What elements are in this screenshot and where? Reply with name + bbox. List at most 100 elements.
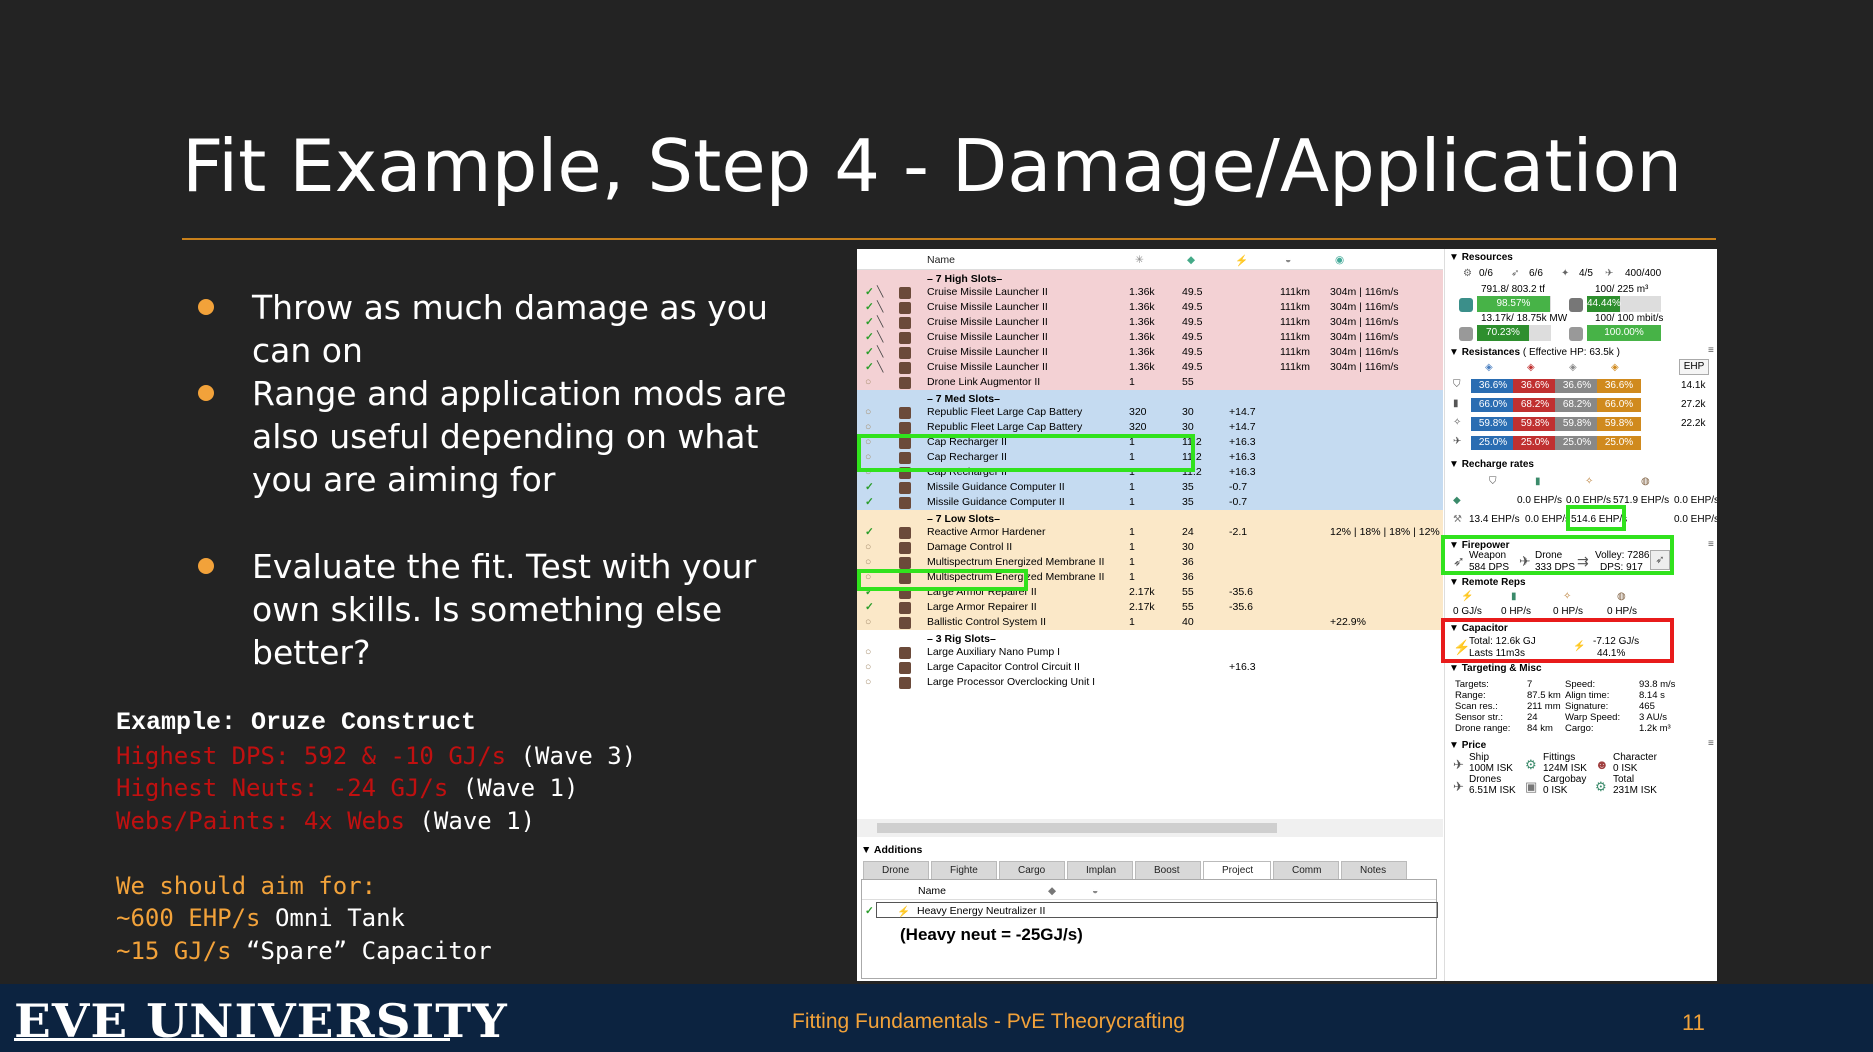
fitting-list-header: Name ✳ ◆ ⚡ ◒ ◉	[857, 249, 1443, 270]
module-online-icon[interactable]: ○	[865, 556, 871, 568]
falloff-column-icon[interactable]: ◉	[1335, 254, 1344, 266]
shield-icon: ⛉	[1489, 476, 1497, 487]
menu-icon[interactable]: ≡	[1708, 539, 1714, 550]
tab-project[interactable]: Project	[1203, 861, 1271, 879]
price-cargobay-label: Cargobay	[1543, 774, 1587, 785]
module-row[interactable]: ✓ ╲ Cruise Missile Launcher II 1.36k 49.5 111…	[857, 285, 1443, 300]
misc-label: Signature:	[1565, 701, 1609, 712]
tab-drone[interactable]: Drone	[863, 861, 929, 879]
bullet-text: Range and application mods are also usef…	[252, 374, 787, 499]
module-online-icon[interactable]: ○	[865, 661, 871, 673]
horizontal-scrollbar[interactable]	[857, 819, 1443, 837]
column-header-name[interactable]: Name	[927, 254, 955, 266]
module-active-icon[interactable]: ✓	[865, 361, 874, 373]
module-active-icon[interactable]: ✓	[865, 481, 874, 493]
targeting-value: 87.5 km	[1527, 690, 1561, 701]
module-name: Cruise Missile Launcher II	[927, 361, 1048, 373]
module-row[interactable]: ○ Drone Link Augmentor II 1 55	[857, 375, 1443, 390]
module-active-icon[interactable]: ✓	[865, 526, 874, 538]
powergrid-column-icon[interactable]: ◆	[1187, 254, 1195, 266]
menu-icon[interactable]: ≡	[1708, 345, 1714, 356]
capacitor-column-icon[interactable]: ⚡	[1235, 254, 1248, 267]
example-heading: Example: Oruze Construct	[116, 708, 477, 737]
price-character: 0 ISK	[1613, 763, 1638, 774]
module-icon	[899, 377, 911, 389]
module-stat: 2.17k	[1129, 601, 1155, 613]
resistances-header[interactable]: ▼ Resistances ( Effective HP: 63.5k )	[1449, 347, 1620, 358]
module-row[interactable]: ✓ ╲ Cruise Missile Launcher II 1.36k 49.5 111…	[857, 300, 1443, 315]
slot-section-label: – 7 Med Slots–	[927, 393, 1000, 405]
resources-header[interactable]: ▼ Resources	[1449, 252, 1513, 263]
active-check-icon[interactable]: ✓	[865, 905, 874, 917]
aim-ehp: ~600 EHP/s	[116, 904, 261, 932]
module-row[interactable]: ✓ ╲ Cruise Missile Launcher II 1.36k 49.5 111…	[857, 345, 1443, 360]
module-online-icon[interactable]: ○	[865, 616, 871, 628]
module-row[interactable]: ○ Damage Control II 1 30	[857, 540, 1443, 555]
projected-module-row[interactable]: ✓ ⚡ Heavy Energy Neutralizer II	[865, 902, 1438, 918]
module-row[interactable]: ○ Large Capacitor Control Circuit II +16.3	[857, 660, 1443, 675]
module-name: Cruise Missile Launcher II	[927, 316, 1048, 328]
price-drones-label: Drones	[1469, 774, 1502, 785]
resist-th-value: 25.0%	[1513, 436, 1557, 450]
module-active-icon[interactable]: ✓	[865, 316, 874, 328]
targeting-header[interactable]: ▼ Targeting & Misc	[1449, 663, 1542, 674]
module-row[interactable]: ✓ Reactive Armor Hardener 1 24 -2.1 12% | 18%…	[857, 525, 1443, 540]
module-online-icon[interactable]: ○	[865, 676, 871, 688]
price-header[interactable]: ▼ Price	[1449, 740, 1486, 751]
tab-implant[interactable]: Implan	[1067, 861, 1133, 879]
module-online-icon[interactable]: ○	[865, 376, 871, 388]
module-active-icon[interactable]: ✓	[865, 286, 874, 298]
module-active-icon[interactable]: ✓	[865, 496, 874, 508]
module-row[interactable]: ✓ ╲ Cruise Missile Launcher II 1.36k 49.5 111…	[857, 360, 1443, 375]
module-name: Multispectrum Energized Membrane II	[927, 556, 1105, 568]
tab-comm[interactable]: Comm	[1273, 861, 1339, 879]
column-header-name[interactable]: Name	[918, 885, 946, 897]
module-row[interactable]: ○ Multispectrum Energized Membrane II 1 36	[857, 555, 1443, 570]
menu-icon[interactable]: ≡	[1708, 738, 1714, 749]
module-active-icon[interactable]: ✓	[865, 301, 874, 313]
module-row[interactable]: ○ Ballistic Control System II 1 40 +22.9%	[857, 615, 1443, 630]
module-row[interactable]: ○ Republic Fleet Large Cap Battery 320 30 +1…	[857, 420, 1443, 435]
module-online-icon[interactable]: ○	[865, 421, 871, 433]
module-active-icon[interactable]: ✓	[865, 346, 874, 358]
module-row[interactable]: ✓ ╲ Cruise Missile Launcher II 1.36k 49.5 111…	[857, 330, 1443, 345]
remote-reps-header[interactable]: ▼ Remote Reps	[1449, 577, 1526, 588]
aim-heading: We should aim for:	[116, 871, 377, 900]
module-online-icon[interactable]: ○	[865, 541, 871, 553]
recharge-header[interactable]: ▼ Recharge rates	[1449, 459, 1534, 470]
tab-notes[interactable]: Notes	[1341, 861, 1407, 879]
range-column-icon[interactable]: ◒	[1092, 885, 1098, 897]
targeting-label: Drone range:	[1455, 723, 1511, 734]
module-name: Damage Control II	[927, 541, 1013, 553]
state-column-icon[interactable]: ◆	[1048, 885, 1056, 897]
module-row[interactable]: ○ Large Processor Overclocking Unit I	[857, 675, 1443, 690]
module-active-icon[interactable]: ✓	[865, 331, 874, 343]
misc-label: Warp Speed:	[1565, 712, 1621, 723]
module-stat: 111km	[1280, 286, 1310, 298]
module-stat: 24	[1182, 526, 1194, 538]
module-row[interactable]: ✓ ╲ Cruise Missile Launcher II 1.36k 49.5 111…	[857, 315, 1443, 330]
module-active-icon[interactable]: ✓	[865, 601, 874, 613]
recharge-value: 0.0 EHP/s	[1674, 495, 1717, 506]
module-row[interactable]: ○ Large Auxiliary Nano Pump I	[857, 645, 1443, 660]
slot-section-header: – 7 Low Slots–	[857, 510, 1443, 525]
misc-value: 3 AU/s	[1639, 712, 1667, 723]
price-total-label: Total	[1613, 774, 1635, 785]
module-online-icon[interactable]: ○	[865, 646, 871, 658]
tab-boost[interactable]: Boost	[1135, 861, 1201, 879]
range-column-icon[interactable]: ◒	[1285, 254, 1291, 266]
cpu-column-icon[interactable]: ✳	[1135, 254, 1144, 266]
module-online-icon[interactable]: ○	[865, 406, 871, 418]
passive-icon: ◆	[1453, 495, 1461, 506]
module-row[interactable]: ✓ Large Armor Repairer II 2.17k 55 -35.6	[857, 600, 1443, 615]
scrollbar-thumb[interactable]	[877, 823, 1277, 833]
module-row[interactable]: ✓ Missile Guidance Computer II 1 35 -0.7	[857, 495, 1443, 510]
targeting-label: Scan res.:	[1455, 701, 1498, 712]
module-icon	[899, 332, 911, 344]
tab-fighter[interactable]: Fighte	[931, 861, 997, 879]
module-row[interactable]: ✓ Missile Guidance Computer II 1 35 -0.7	[857, 480, 1443, 495]
module-icon	[899, 542, 911, 554]
tab-cargo[interactable]: Cargo	[999, 861, 1065, 879]
module-row[interactable]: ○ Republic Fleet Large Cap Battery 320 30 +1…	[857, 405, 1443, 420]
ehp-toggle-button[interactable]: EHP	[1679, 359, 1709, 375]
